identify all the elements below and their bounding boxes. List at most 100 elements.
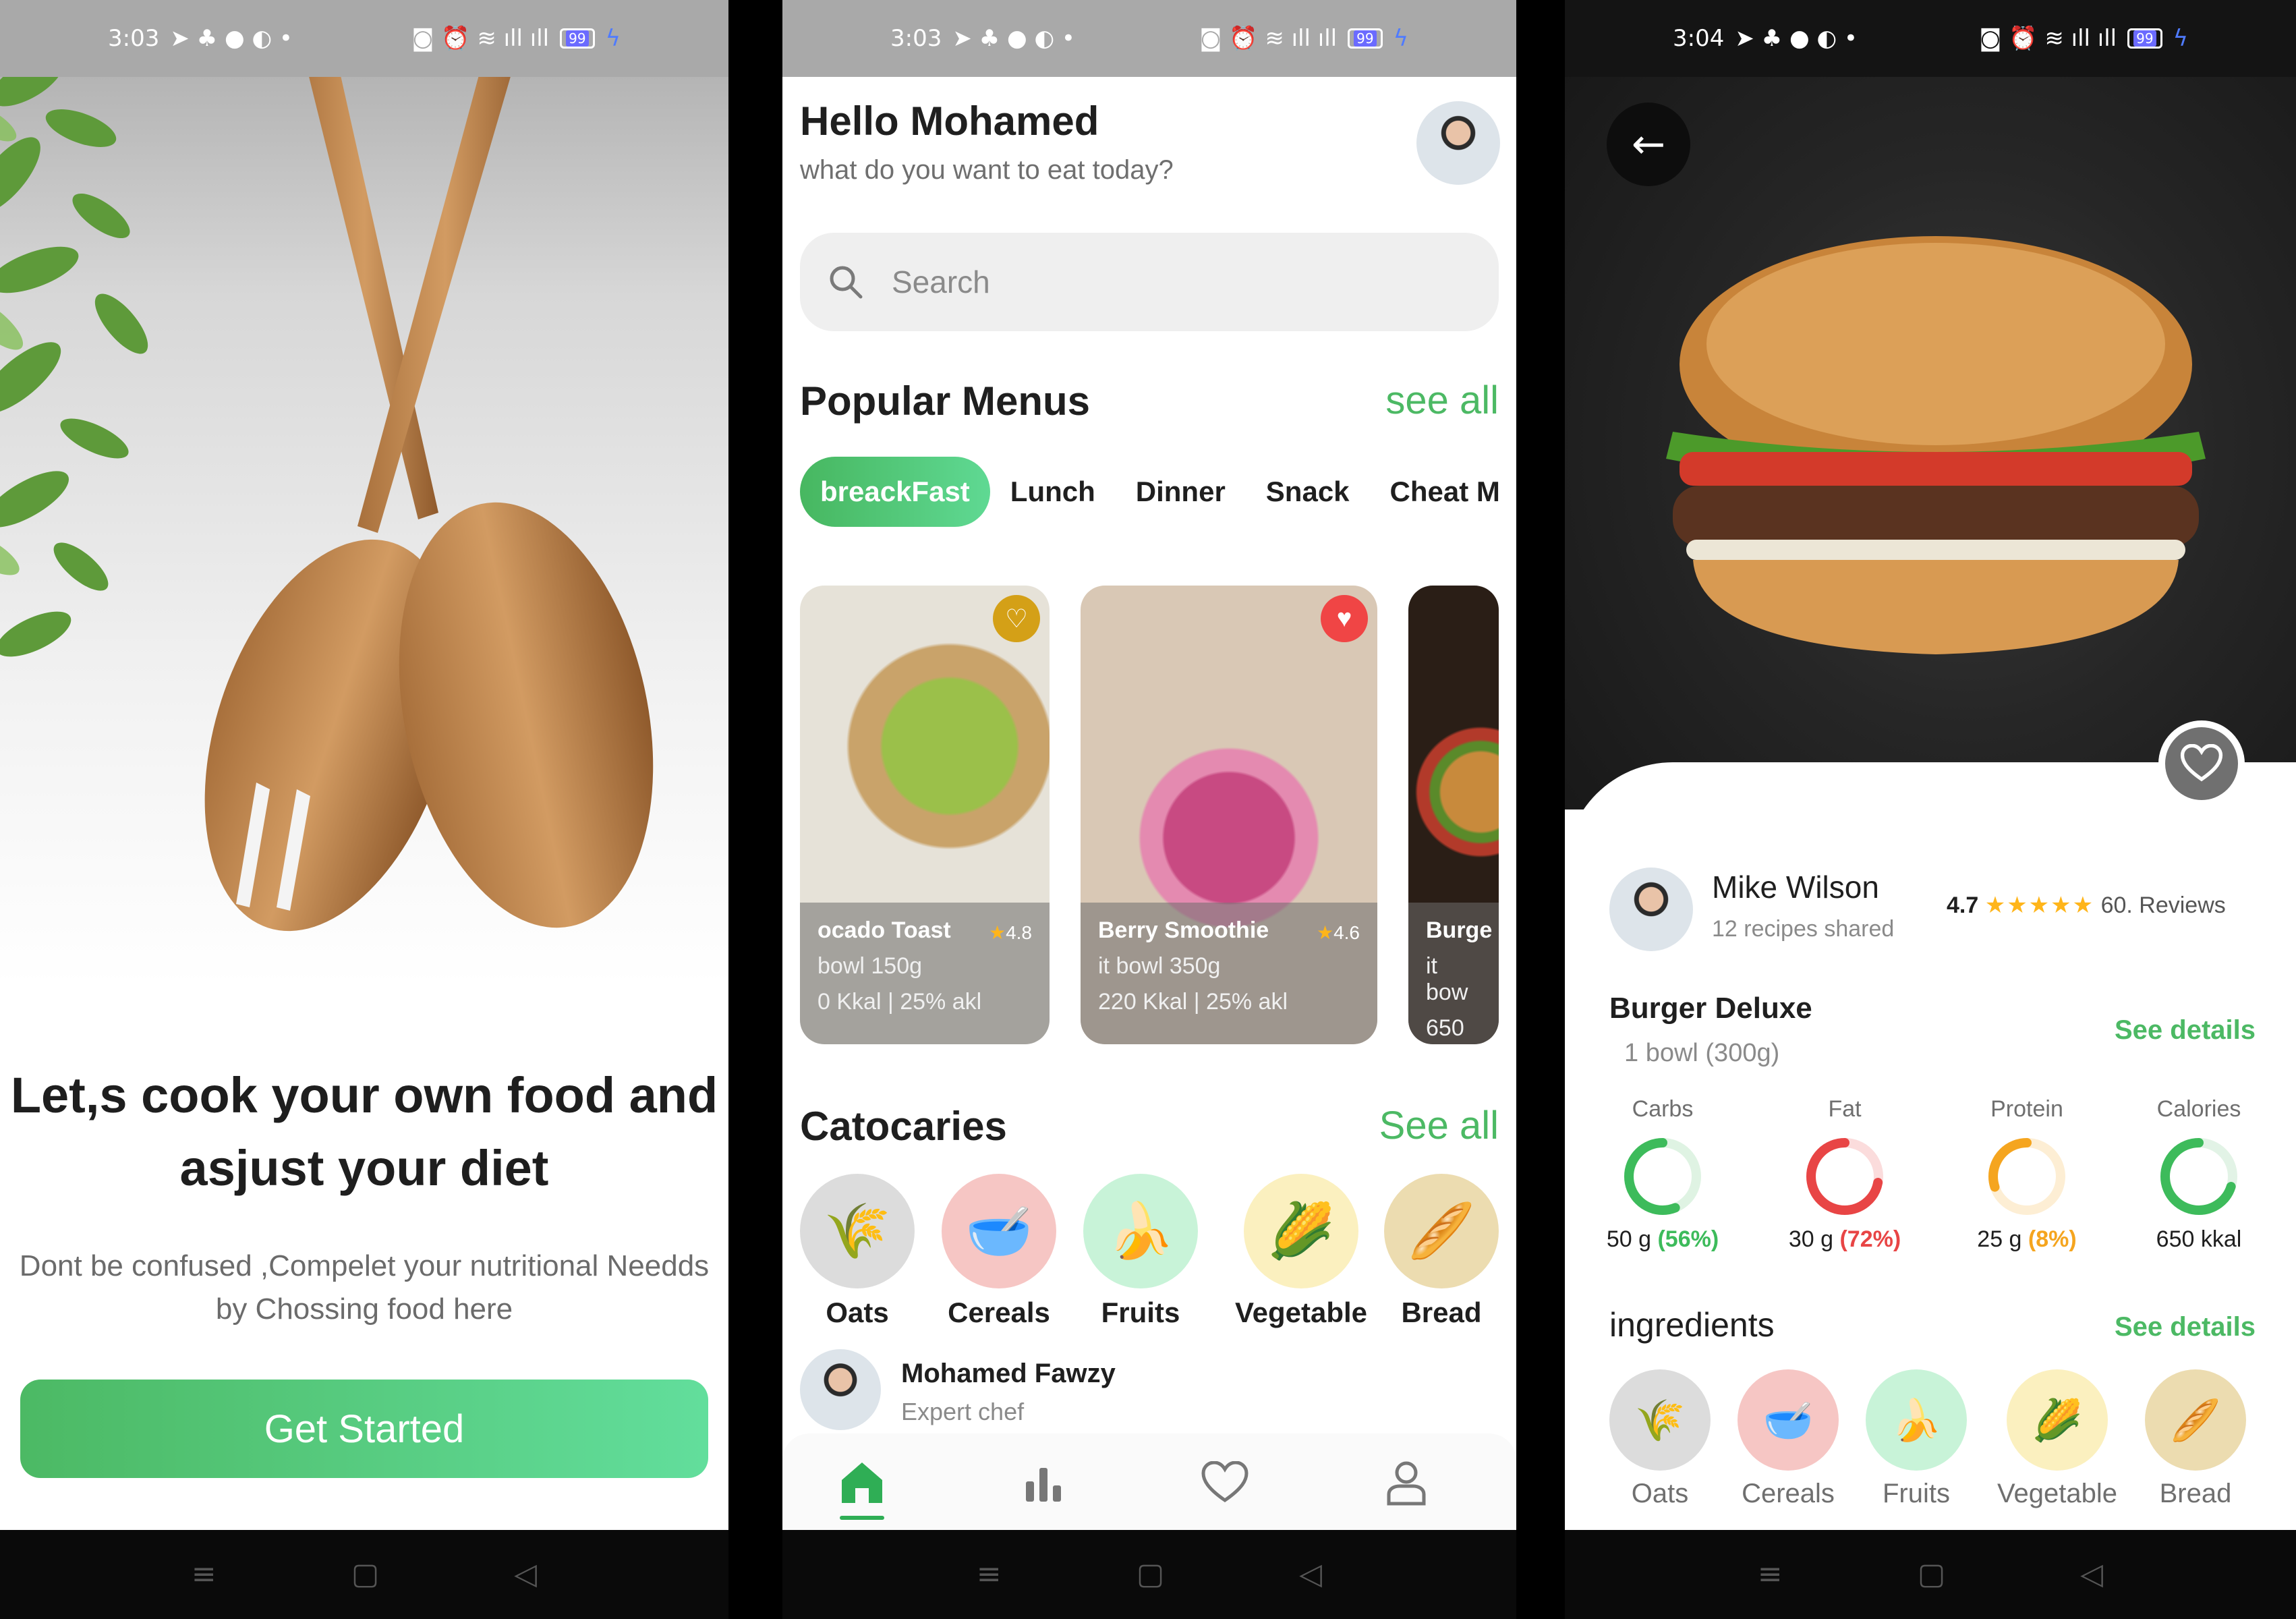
category-fruits[interactable]: 🍌 Fruits	[1083, 1174, 1198, 1329]
onboarding-subtitle: Dont be confused ,Compelet your nutritio…	[19, 1249, 710, 1326]
category-bread[interactable]: 🥖 Bread	[1384, 1174, 1499, 1329]
search-input[interactable]	[892, 264, 1364, 300]
menu-tabs: breackFast Lunch Dinner Snack Cheat Me	[800, 451, 1499, 533]
nutrition-ring	[2160, 1138, 2237, 1215]
category-vegetable[interactable]: 🌽 Vegetable	[1225, 1174, 1377, 1329]
bread-icon: 🥖	[1384, 1174, 1499, 1288]
nutrition-label: Carbs	[1632, 1096, 1694, 1122]
battery-icon: 99	[560, 28, 595, 49]
rating-value: 4.8	[1006, 922, 1032, 943]
menu-icon[interactable]: ≡	[1758, 1560, 1783, 1589]
category-label: Fruits	[1101, 1297, 1180, 1328]
back-button[interactable]: ←	[1607, 103, 1690, 186]
star-icon: ★	[1316, 922, 1334, 943]
category-label: Cereals	[948, 1297, 1050, 1328]
corn-icon: 🌽	[1244, 1174, 1358, 1288]
ingredient-cereals[interactable]: 🥣 Cereals	[1738, 1369, 1839, 1509]
notification-icons: ➤ ♣ ● ◐ •	[952, 25, 1075, 52]
cereals-icon: 🥣	[1738, 1369, 1839, 1471]
home-square-icon[interactable]: ▢	[1137, 1560, 1165, 1589]
tab-breakfast[interactable]: breackFast	[800, 457, 990, 527]
categories-title: Catocaries	[800, 1104, 1007, 1149]
user-avatar[interactable]	[1416, 101, 1500, 185]
ingredient-bread[interactable]: 🥖 Bread	[2145, 1369, 2246, 1509]
nutrition-see-details-link[interactable]: See details	[2115, 1015, 2256, 1046]
home-icon	[842, 1462, 882, 1503]
author-recipes-count: 12 recipes shared	[1712, 916, 1895, 942]
home-square-icon[interactable]: ▢	[351, 1560, 380, 1589]
featured-chef[interactable]: Mohamed Fawzy Expert chef	[800, 1349, 1499, 1430]
get-started-button[interactable]: Get Started	[20, 1380, 708, 1478]
active-nav-indicator	[840, 1516, 884, 1520]
ingredient-vegetable[interactable]: 🌽 Vegetable	[1990, 1369, 2125, 1509]
onboarding-screen: 3:03 ➤ ♣ ● ◐ • ◙ ⏰ ≋ ıll ıll 99 ϟ Let,s coo…	[0, 0, 728, 1530]
star-icon: ★	[988, 922, 1006, 943]
ingredient-label: Vegetable	[1997, 1479, 2117, 1508]
menu-card[interactable]: ♡ ocado Toast ★4.8 bowl 150g 0 Kkal | 25…	[800, 586, 1050, 1044]
favorite-icon[interactable]: ♥	[1321, 595, 1368, 642]
menu-icon[interactable]: ≡	[977, 1560, 1002, 1589]
favorite-icon[interactable]: ♡	[993, 595, 1040, 642]
categories-see-all-link[interactable]: See all	[1379, 1103, 1499, 1148]
system-icons: ◙ ⏰ ≋ ıll ıll	[1199, 25, 1338, 52]
greeting-title: Hello Mohamed	[800, 98, 1099, 144]
dish-name: Burger Deluxe	[1609, 992, 1812, 1025]
menu-card[interactable]: Burge it bow 650 K	[1408, 586, 1499, 1044]
ingredients-see-details-link[interactable]: See details	[2115, 1312, 2256, 1342]
charging-icon: ϟ	[605, 25, 621, 52]
popular-menus-title: Popular Menus	[800, 378, 1091, 424]
nutrition-protein: Protein 25 g (8%)	[1949, 1096, 2104, 1253]
nav-profile[interactable]	[1376, 1452, 1437, 1513]
favorite-button[interactable]	[2158, 720, 2245, 807]
nutrition-carbs: Carbs 50 g (56%)	[1585, 1096, 1740, 1253]
tab-lunch[interactable]: Lunch	[1010, 476, 1095, 508]
nav-stats[interactable]	[1013, 1452, 1074, 1513]
battery-icon: 99	[1348, 28, 1383, 49]
bread-icon: 🥖	[2145, 1369, 2246, 1471]
nutrition-ring	[1624, 1138, 1701, 1215]
nav-home[interactable]	[832, 1452, 892, 1513]
nutrition-label: Fat	[1828, 1096, 1862, 1122]
battery-icon: 99	[2127, 28, 2162, 49]
menu-card-energy: 220 Kkal | 25% akl	[1098, 989, 1288, 1015]
popular-see-all-link[interactable]: see all	[1385, 378, 1499, 423]
oats-icon: 🌾	[800, 1174, 915, 1288]
profile-icon	[1387, 1461, 1426, 1506]
category-label: Oats	[826, 1297, 889, 1328]
tab-snack[interactable]: Snack	[1266, 476, 1350, 508]
menu-card-name: Burge	[1426, 917, 1493, 943]
ingredient-fruits[interactable]: 🍌 Fruits	[1866, 1369, 1967, 1509]
status-time: 3:03	[108, 25, 160, 52]
ingredient-oats[interactable]: 🌾 Oats	[1609, 1369, 1711, 1509]
back-triangle-icon[interactable]: ◁	[514, 1560, 537, 1589]
oats-icon: 🌾	[1609, 1369, 1711, 1471]
menu-card-energy: 650 K	[1426, 1015, 1464, 1044]
home-square-icon[interactable]: ▢	[1918, 1560, 1946, 1589]
category-oats[interactable]: 🌾 Oats	[800, 1174, 915, 1329]
tab-dinner[interactable]: Dinner	[1136, 476, 1226, 508]
nav-favorites[interactable]	[1195, 1452, 1255, 1513]
menu-card-info: ocado Toast ★4.8 bowl 150g 0 Kkal | 25% …	[800, 903, 1050, 1044]
menu-icon[interactable]: ≡	[192, 1560, 217, 1589]
heart-icon	[1201, 1461, 1249, 1503]
arrow-left-icon: ←	[1631, 121, 1666, 168]
nutrition-calories: Calories 650 kkal	[2121, 1096, 2276, 1253]
tab-cheat-meal[interactable]: Cheat Me	[1390, 476, 1499, 508]
chef-name: Mohamed Fawzy	[901, 1359, 1116, 1388]
home-screen: 3:03 ➤ ♣ ● ◐ • ◙ ⏰ ≋ ıll ıll 99 ϟ Hello Moh…	[782, 0, 1516, 1530]
star-icons: ★★★★★	[1984, 892, 2095, 918]
onboarding-title: Let,s cook your own food and asjust your…	[10, 1067, 718, 1196]
back-triangle-icon[interactable]: ◁	[1299, 1560, 1322, 1589]
menu-card-info: Berry Smoothie ★4.6 it bowl 350g 220 Kka…	[1081, 903, 1377, 1044]
chef-avatar	[800, 1349, 881, 1430]
popular-menu-carousel[interactable]: ♡ ocado Toast ★4.8 bowl 150g 0 Kkal | 25…	[800, 586, 1499, 1044]
menu-card-rating: ★4.6	[1317, 921, 1360, 944]
back-triangle-icon[interactable]: ◁	[2080, 1560, 2103, 1589]
category-cereals[interactable]: 🥣 Cereals	[942, 1174, 1056, 1329]
hero-image	[0, 0, 728, 985]
search-bar[interactable]	[800, 233, 1499, 331]
burger-image	[1666, 236, 2206, 654]
menu-card[interactable]: ♥ Berry Smoothie ★4.6 it bowl 350g 220 K…	[1081, 586, 1377, 1044]
nutrition-ring	[1806, 1138, 1883, 1215]
heart-icon	[2180, 744, 2223, 782]
